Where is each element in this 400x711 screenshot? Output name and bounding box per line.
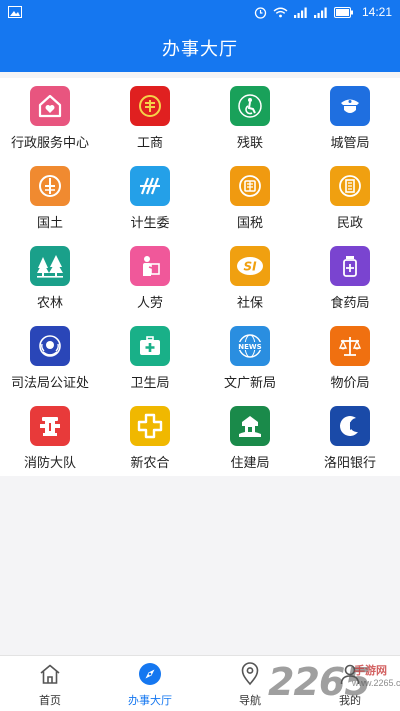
map-pin-icon: [238, 662, 262, 686]
grid-item-rural-cooperative[interactable]: 新农合: [100, 398, 200, 478]
grid-item-label: 国土: [36, 215, 63, 230]
grid-item-price-bureau[interactable]: 物价局: [300, 318, 400, 398]
medkit-icon: [130, 326, 170, 366]
status-time: 14:21: [361, 5, 392, 19]
nav-label: 首页: [39, 695, 61, 707]
grid-item-label: 残联: [236, 135, 263, 150]
grid-item-fire-brigade[interactable]: 消防大队: [0, 398, 100, 478]
image-icon: [8, 6, 22, 18]
grid-item-label: 消防大队: [23, 455, 76, 470]
grid-item-label: 社保: [236, 295, 263, 310]
alarm-icon: [254, 6, 267, 19]
tax-icon: [230, 166, 270, 206]
svg-text:NEWS: NEWS: [238, 343, 261, 351]
grid-item-label: 物价局: [330, 375, 370, 390]
disability-icon: [230, 86, 270, 126]
social-security-icon: SI: [230, 246, 270, 286]
status-right: 14:21: [254, 5, 392, 19]
land-icon: [30, 166, 70, 206]
signal-icon: [293, 7, 307, 18]
bottom-nav: 首页 办事大厅 导航 我的: [0, 655, 400, 711]
news-icon: NEWS: [230, 326, 270, 366]
grid-item-luoyang-bank[interactable]: 洛阳银行: [300, 398, 400, 478]
grid-item-justice-notary[interactable]: 司法局公证处: [0, 318, 100, 398]
grid-item-label: 住建局: [230, 455, 270, 470]
family-icon: [130, 166, 170, 206]
grid-item-label: 洛阳银行: [323, 455, 376, 470]
scales-icon: [330, 326, 370, 366]
battery-icon: [333, 6, 353, 18]
grid-item-state-tax[interactable]: 国税: [200, 158, 300, 238]
grid-item-label: 食药局: [330, 295, 370, 310]
grid-item-social-security[interactable]: SI 社保: [200, 238, 300, 318]
service-grid: 行政服务中心 工商 残联 城管局 国土 计生委 国税 民政 农林 人劳 SI 社…: [0, 78, 400, 476]
grid-item-label: 文广新局: [223, 375, 276, 390]
nav-label: 导航: [239, 695, 261, 707]
grid-item-label: 行政服务中心: [10, 135, 89, 150]
grid-item-land-resources[interactable]: 国土: [0, 158, 100, 238]
nav-label: 办事大厅: [128, 695, 172, 707]
grid-item-agriculture-forestry[interactable]: 农林: [0, 238, 100, 318]
page-title: 办事大厅: [162, 39, 238, 59]
nav-home[interactable]: 首页: [0, 656, 100, 711]
nav-label: 我的: [339, 695, 361, 707]
grid-item-food-drug[interactable]: 食药局: [300, 238, 400, 318]
nav-mine[interactable]: 我的: [300, 656, 400, 711]
nav-navigation[interactable]: 导航: [200, 656, 300, 711]
grid-item-disabled-federation[interactable]: 残联: [200, 78, 300, 158]
grid-item-label: 城管局: [330, 135, 370, 150]
signal-icon: [313, 7, 327, 18]
user-icon: [338, 662, 362, 686]
grid-item-industry-commerce[interactable]: 工商: [100, 78, 200, 158]
grid-item-label: 司法局公证处: [10, 375, 89, 390]
building-icon: [230, 406, 270, 446]
emblem-icon: [130, 86, 170, 126]
cross-icon: [130, 406, 170, 446]
grid-item-label: 人劳: [136, 295, 163, 310]
civil-icon: [330, 166, 370, 206]
app-header: 办事大厅: [0, 24, 400, 72]
grid-item-civil-affairs[interactable]: 民政: [300, 158, 400, 238]
compass-icon: [138, 662, 162, 686]
status-bar: 14:21: [0, 0, 400, 24]
fire-hydrant-icon: [30, 406, 70, 446]
grid-item-family-planning[interactable]: 计生委: [100, 158, 200, 238]
svg-text:SI: SI: [243, 260, 257, 274]
status-left: [8, 6, 22, 18]
grid-item-label: 农林: [36, 295, 63, 310]
justice-icon: [30, 326, 70, 366]
badge-icon: [330, 86, 370, 126]
grid-item-human-labor[interactable]: 人劳: [100, 238, 200, 318]
home-icon: [38, 662, 62, 686]
grid-item-label: 卫生局: [130, 375, 170, 390]
grid-item-admin-service-center[interactable]: 行政服务中心: [0, 78, 100, 158]
grid-item-label: 民政: [336, 215, 363, 230]
trees-icon: [30, 246, 70, 286]
worker-icon: [130, 246, 170, 286]
wifi-icon: [273, 7, 288, 17]
bank-icon: [330, 406, 370, 446]
grid-item-label: 计生委: [130, 215, 170, 230]
grid-item-label: 工商: [136, 135, 163, 150]
medicine-icon: [330, 246, 370, 286]
grid-item-label: 国税: [236, 215, 263, 230]
grid-item-health-bureau[interactable]: 卫生局: [100, 318, 200, 398]
grid-item-urban-management[interactable]: 城管局: [300, 78, 400, 158]
nav-service-hall[interactable]: 办事大厅: [100, 656, 200, 711]
grid-item-culture-press[interactable]: NEWS 文广新局: [200, 318, 300, 398]
house-heart-icon: [30, 86, 70, 126]
grid-item-label: 新农合: [130, 455, 170, 470]
grid-item-housing-construction[interactable]: 住建局: [200, 398, 300, 478]
